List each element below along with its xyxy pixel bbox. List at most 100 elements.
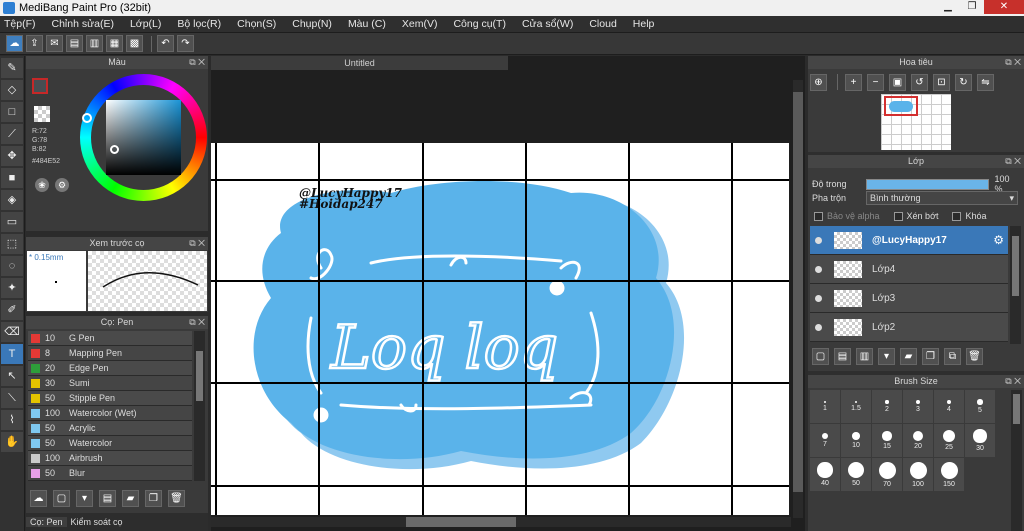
rotate-right-icon[interactable]: ↻ bbox=[955, 74, 972, 91]
gradient-tool-icon[interactable]: ▭ bbox=[1, 212, 23, 232]
brush-size-cell[interactable]: 1.5 bbox=[841, 390, 871, 423]
brush-size-cell[interactable]: 10 bbox=[841, 424, 871, 457]
brush-size-cell[interactable]: 20 bbox=[903, 424, 933, 457]
brush-scroll-thumb[interactable] bbox=[196, 351, 203, 401]
navigator-thumbnail[interactable] bbox=[881, 94, 951, 150]
new-1bit-layer-icon[interactable]: ▥ bbox=[856, 348, 873, 365]
select-tool-icon[interactable]: ⬚ bbox=[1, 234, 23, 254]
menu-file[interactable]: Tệp(F) bbox=[4, 18, 36, 30]
brush-list-item[interactable]: 20 Edge Pen bbox=[28, 361, 192, 376]
actual-size-icon[interactable]: ⊡ bbox=[933, 74, 950, 91]
brush-duplicate-icon[interactable]: ❐ bbox=[145, 490, 162, 507]
brush-size-cell[interactable]: 1 bbox=[810, 390, 840, 423]
brush-list-item[interactable]: 100 Airbrush bbox=[28, 451, 192, 466]
panel-close-icon[interactable]: ⧉ ✕ bbox=[189, 56, 205, 69]
delete-layer-icon[interactable]: 🗑 bbox=[966, 348, 983, 365]
brush-size-cell[interactable]: 40 bbox=[810, 458, 840, 491]
zoom-fit-icon[interactable]: ⊕ bbox=[810, 74, 827, 91]
tab-brush[interactable]: Cọ: Pen bbox=[26, 517, 67, 527]
menu-capture[interactable]: Chụp(N) bbox=[292, 18, 332, 30]
new-layer-icon[interactable]: ▢ bbox=[812, 348, 829, 365]
pages-icon[interactable]: ▦ bbox=[106, 35, 123, 52]
share-icon[interactable]: ⇪ bbox=[26, 35, 43, 52]
fill-rect-tool-icon[interactable]: ■ bbox=[1, 168, 23, 188]
brush-size-cell[interactable]: 4 bbox=[934, 390, 964, 423]
dot-tool-icon[interactable]: ⟋ bbox=[1, 124, 23, 144]
color-settings-icon[interactable]: ⚙ bbox=[55, 178, 69, 192]
brush-tool-icon[interactable]: ✎ bbox=[1, 58, 23, 78]
navigator-viewport[interactable] bbox=[884, 96, 918, 116]
flip-icon[interactable]: ⇋ bbox=[977, 74, 994, 91]
lock-checkbox[interactable] bbox=[952, 211, 962, 221]
text-tool-icon[interactable]: T bbox=[1, 344, 23, 364]
page-icon[interactable]: ▥ bbox=[86, 35, 103, 52]
saturation-value-square[interactable] bbox=[106, 100, 181, 175]
move-tool-icon[interactable]: ✥ bbox=[1, 146, 23, 166]
brush-list-item[interactable]: 50 Acrylic bbox=[28, 421, 192, 436]
zoom-out-icon[interactable]: − bbox=[867, 74, 884, 91]
layer-row[interactable]: @LucyHappy17 ⚙ bbox=[810, 226, 1008, 255]
operation-tool-icon[interactable]: ↖ bbox=[1, 366, 23, 386]
close-window-button[interactable]: ✕ bbox=[984, 0, 1024, 14]
brush-size-cell[interactable]: 25 bbox=[934, 424, 964, 457]
menu-cloud[interactable]: Cloud bbox=[589, 18, 616, 30]
duplicate-layer-icon[interactable]: ❐ bbox=[922, 348, 939, 365]
rotate-left-icon[interactable]: ↺ bbox=[911, 74, 928, 91]
layer-scroll-thumb[interactable] bbox=[1012, 236, 1019, 296]
layer-visibility-icon[interactable] bbox=[815, 294, 822, 302]
brush-list-item[interactable]: 100 Watercolor (Wet) bbox=[28, 406, 192, 421]
layer-visibility-icon[interactable] bbox=[815, 236, 822, 244]
menu-select[interactable]: Chọn(S) bbox=[237, 18, 276, 30]
minimize-button[interactable]: ▁ bbox=[936, 0, 960, 14]
bucket-tool-icon[interactable]: ◈ bbox=[1, 190, 23, 210]
brush-size-cell[interactable]: 150 bbox=[934, 458, 964, 491]
layer-settings-icon[interactable]: ⚙ bbox=[993, 233, 1004, 247]
menu-filter[interactable]: Bộ lọc(R) bbox=[177, 18, 221, 30]
eyedropper-tool-icon[interactable]: ⌇ bbox=[1, 410, 23, 430]
grid-icon[interactable]: ▩ bbox=[126, 35, 143, 52]
redo-icon[interactable]: ↷ bbox=[177, 35, 194, 52]
palette-icon[interactable]: ❀ bbox=[35, 178, 49, 192]
brush-size-cell[interactable]: 5 bbox=[965, 390, 995, 423]
add-layer-menu-icon[interactable]: ▾ bbox=[878, 348, 895, 365]
clipping-checkbox[interactable] bbox=[893, 211, 903, 221]
layer-row[interactable]: Lớp2 bbox=[810, 313, 1008, 342]
brush-size-cell[interactable]: 100 bbox=[903, 458, 933, 491]
foreground-color-swatch[interactable] bbox=[32, 78, 48, 94]
document-icon[interactable]: ▤ bbox=[66, 35, 83, 52]
fit-window-icon[interactable]: ▣ bbox=[889, 74, 906, 91]
panel-close-icon[interactable]: ⧉ ✕ bbox=[1005, 155, 1021, 168]
brush-size-cell[interactable]: 30 bbox=[965, 424, 995, 457]
brush-cloud-icon[interactable]: ☁ bbox=[30, 490, 47, 507]
layer-list-scrollbar[interactable] bbox=[1010, 226, 1021, 344]
menu-view[interactable]: Xem(V) bbox=[402, 18, 438, 30]
panel-close-icon[interactable]: ⧉ ✕ bbox=[189, 316, 205, 329]
new-8bit-layer-icon[interactable]: ▤ bbox=[834, 348, 851, 365]
brush-list-item[interactable]: 50 Blur bbox=[28, 466, 192, 481]
select-eraser-tool-icon[interactable]: ⌫ bbox=[1, 322, 23, 342]
hand-tool-icon[interactable]: ✋ bbox=[1, 432, 23, 452]
comment-icon[interactable]: ✉ bbox=[46, 35, 63, 52]
hue-picker-handle[interactable] bbox=[82, 113, 92, 123]
panel-close-icon[interactable]: ⧉ ✕ bbox=[1005, 56, 1021, 69]
brush-folder-icon[interactable]: ▰ bbox=[122, 490, 139, 507]
panel-close-icon[interactable]: ⧉ ✕ bbox=[189, 237, 205, 250]
saturation-picker-handle[interactable] bbox=[110, 145, 119, 154]
panel-close-icon[interactable]: ⧉ ✕ bbox=[1005, 375, 1021, 388]
vertical-scroll-thumb[interactable] bbox=[793, 92, 803, 492]
menu-edit[interactable]: Chỉnh sửa(E) bbox=[52, 18, 114, 30]
brush-size-cell[interactable]: 70 bbox=[872, 458, 902, 491]
brush-size-scrollbar[interactable] bbox=[1011, 390, 1022, 531]
eraser-tool-icon[interactable]: ◇ bbox=[1, 80, 23, 100]
blend-mode-select[interactable]: Bình thường ▾ bbox=[866, 191, 1018, 205]
layer-row[interactable]: Lớp4 bbox=[810, 255, 1008, 284]
brush-list-item[interactable]: 30 Sumi bbox=[28, 376, 192, 391]
protect-alpha-checkbox[interactable] bbox=[814, 211, 823, 221]
menu-layer[interactable]: Lớp(L) bbox=[130, 18, 161, 30]
brush-copy-icon[interactable]: ▤ bbox=[99, 490, 116, 507]
size-scroll-thumb[interactable] bbox=[1013, 394, 1020, 424]
brush-delete-icon[interactable]: 🗑 bbox=[168, 490, 185, 507]
brush-list-item[interactable]: 10 G Pen bbox=[28, 331, 192, 346]
menu-help[interactable]: Help bbox=[633, 18, 655, 30]
brush-list-scrollbar[interactable] bbox=[194, 331, 205, 481]
